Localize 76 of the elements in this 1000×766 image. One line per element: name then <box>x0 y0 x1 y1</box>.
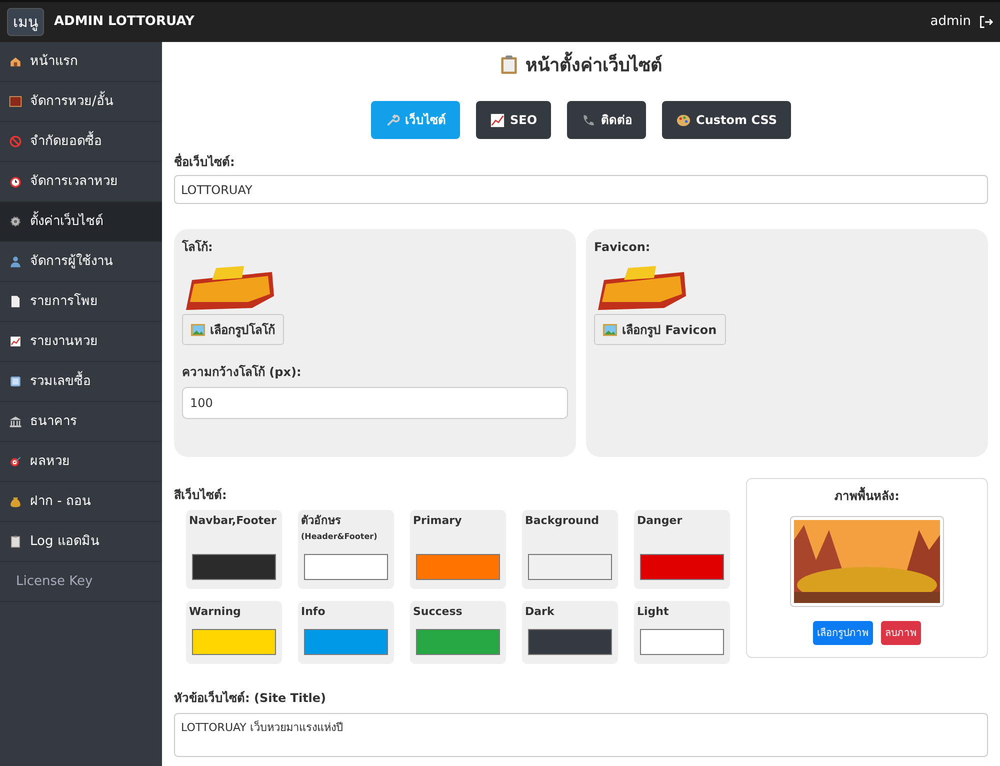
sidebar-item[interactable]: ผลหวย <box>0 442 162 482</box>
tab-icon <box>581 112 596 128</box>
color-swatch[interactable] <box>528 554 612 580</box>
logo-width-field[interactable]: 100 <box>182 387 568 419</box>
color-name: Danger <box>637 513 684 529</box>
field-label: หัวข้อเว็บไซต์: (Site Title) <box>174 690 328 707</box>
sidebar-item[interactable]: ตั้งค่าเว็บไซต์ <box>0 202 162 242</box>
sidebar-item[interactable]: Log แอดมิน <box>0 522 162 562</box>
sidebar-item[interactable]: จัดการผู้ใช้งาน <box>0 242 162 282</box>
color-name: ตัวอักษร <box>301 513 342 529</box>
site-title-field[interactable]: LOTTORUAY เว็บหวยมาแรงแห่งปี <box>174 713 988 757</box>
page-title: หน้าตั้งค่าเว็บไซต์ <box>174 52 988 78</box>
sidebar-item[interactable]: จัดการหวย/อั้น <box>0 82 162 122</box>
menu-button[interactable]: เมนู <box>7 8 44 36</box>
sidebar-item[interactable]: ธนาคาร <box>0 402 162 442</box>
tab-icon <box>385 112 400 128</box>
clipboard-icon <box>500 55 518 75</box>
brand-title: ADMIN LOTTORUAY <box>54 13 194 32</box>
menu-icon <box>9 135 22 148</box>
color-swatch[interactable] <box>528 629 612 655</box>
menu-icon <box>9 55 22 68</box>
color-swatch[interactable] <box>192 629 276 655</box>
menu-icon <box>9 415 22 428</box>
sidebar-item[interactable]: รายงานหวย <box>0 322 162 362</box>
color-note: (Header&Footer) <box>301 531 378 543</box>
user-name: admin <box>930 13 971 32</box>
field-label: โลโก้: <box>182 238 214 256</box>
choose-logo-button[interactable]: เลือกรูปโลโก้ <box>182 314 284 345</box>
choose-image-button[interactable]: เลือกรูปภาพ <box>813 621 873 645</box>
menu-icon <box>9 335 22 348</box>
tab[interactable]: Custom CSS <box>662 101 791 139</box>
sidebar-item[interactable]: หน้าแรก <box>0 42 162 82</box>
tab[interactable]: SEO <box>476 101 552 139</box>
color-swatch[interactable] <box>192 554 276 580</box>
color-swatch[interactable] <box>640 629 724 655</box>
color-swatch[interactable] <box>304 629 388 655</box>
menu-icon <box>9 455 22 468</box>
color-name: Dark <box>525 604 556 620</box>
color-name: Background <box>525 513 600 529</box>
sidebar-item[interactable]: License Key <box>0 562 162 602</box>
choose-favicon-button[interactable]: เลือกรูป Favicon <box>594 314 726 345</box>
color-swatch[interactable] <box>416 629 500 655</box>
section-label: สีเว็บไซต์: <box>174 486 228 504</box>
menu-icon <box>9 495 22 508</box>
sidebar-item[interactable]: ฝาก - ถอน <box>0 482 162 522</box>
sidebar-item[interactable]: รายการโพย <box>0 282 162 322</box>
color-name: Light <box>637 604 670 620</box>
color-name: Primary <box>413 513 463 529</box>
color-name: Navbar,Footer <box>189 513 278 529</box>
tab[interactable]: ติดต่อ <box>567 101 646 139</box>
picture-icon <box>603 324 617 336</box>
tab-icon <box>490 112 505 128</box>
tab-icon <box>676 112 692 128</box>
menu-icon <box>9 175 22 188</box>
field-label: Favicon: <box>594 239 652 256</box>
color-name: Info <box>301 604 326 620</box>
menu-icon <box>9 375 22 388</box>
menu-icon <box>9 295 22 308</box>
color-swatch[interactable] <box>416 554 500 580</box>
color-swatch[interactable] <box>304 554 388 580</box>
menu-icon <box>9 215 22 228</box>
field-label: ชื่อเว็บไซต์: <box>174 153 236 171</box>
delete-image-button[interactable]: ลบภาพ <box>881 621 921 645</box>
color-name: Success <box>413 604 464 620</box>
site-name-field[interactable]: LOTTORUAY <box>174 175 988 204</box>
menu-icon <box>9 95 22 108</box>
logout-icon[interactable] <box>979 15 993 29</box>
color-swatch[interactable] <box>640 554 724 580</box>
field-label: ความกว้างโลโก้ (px): <box>182 364 302 381</box>
menu-icon <box>9 255 22 268</box>
picture-icon <box>191 324 205 336</box>
color-name: Warning <box>189 604 242 620</box>
sidebar-item[interactable]: รวมเลขซื้อ <box>0 362 162 402</box>
sidebar-item[interactable]: จำกัดยอดซื้อ <box>0 122 162 162</box>
card-title: ภาพพื้นหลัง: <box>834 487 900 505</box>
menu-icon <box>9 535 22 548</box>
